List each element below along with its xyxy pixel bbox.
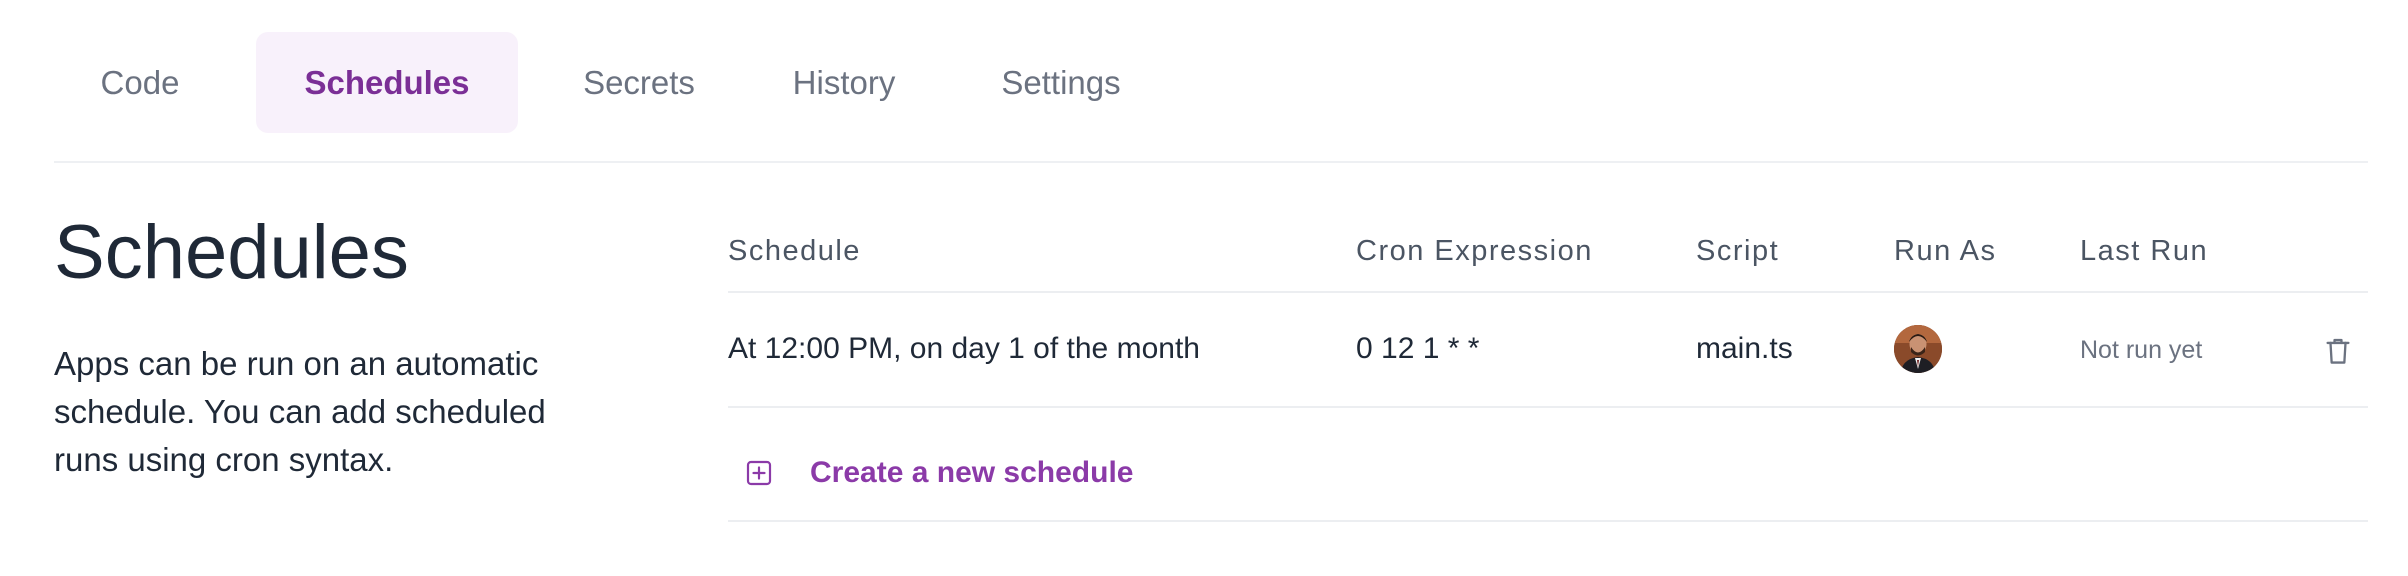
header-script: Script: [1696, 235, 1780, 267]
page-description: Apps can be run on an automatic schedule…: [54, 345, 546, 478]
tab-schedules-label: Schedules: [304, 63, 470, 101]
script-name: main.ts: [1696, 332, 1793, 365]
tab-history-label: History: [792, 63, 896, 101]
trash-icon[interactable]: [2324, 336, 2352, 366]
tab-history[interactable]: History: [758, 32, 930, 133]
tab-divider: [54, 161, 2368, 163]
last-run-status: Not run yet: [2080, 336, 2203, 364]
create-schedule-button[interactable]: Create a new schedule: [746, 443, 1133, 503]
create-schedule-label: Create a new schedule: [810, 456, 1134, 489]
tab-secrets[interactable]: Secrets: [548, 32, 730, 133]
header-cron-expression: Cron Expression: [1356, 235, 1593, 267]
tab-settings-label: Settings: [1001, 63, 1121, 101]
avatar: [1894, 325, 1942, 373]
bottom-divider: [728, 520, 2368, 522]
tab-schedules[interactable]: Schedules: [256, 32, 518, 133]
page-title: Schedules: [54, 210, 409, 295]
schedule-description: At 12:00 PM, on day 1 of the month: [728, 332, 1200, 365]
tab-code-label: Code: [100, 63, 180, 101]
tab-bar: Code Schedules Secrets History Settings: [54, 32, 2368, 133]
cron-expression: 0 12 1 * *: [1356, 332, 1480, 365]
tab-settings[interactable]: Settings: [966, 32, 1156, 133]
row-divider: [728, 406, 2368, 408]
plus-square-icon: [746, 460, 772, 486]
tab-code[interactable]: Code: [54, 32, 226, 133]
header-schedule: Schedule: [728, 235, 861, 267]
header-run-as: Run As: [1894, 235, 1997, 267]
avatar-image: [1894, 325, 1942, 373]
header-last-run: Last Run: [2080, 235, 2209, 267]
tab-secrets-label: Secrets: [583, 63, 695, 101]
header-divider: [728, 291, 2368, 293]
